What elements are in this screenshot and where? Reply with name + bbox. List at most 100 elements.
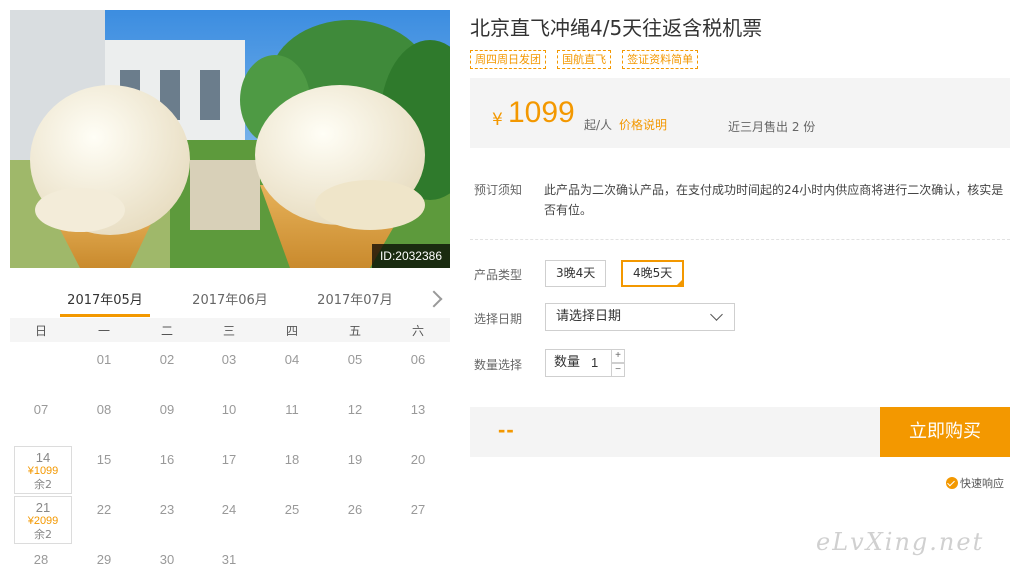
quantity-label: 数量选择 [474,358,523,372]
quick-response-text: 快速响应 [960,477,1004,490]
calendar-day-price: ¥2099 [27,515,59,527]
quantity-minus-button[interactable]: − [611,363,625,377]
calendar-day: 17 [198,444,260,494]
active-month-indicator [60,314,150,317]
calendar-day-number: 30 [159,552,175,567]
calendar-day: 10 [198,394,260,444]
total-price: -- [498,417,515,442]
quantity-field[interactable]: 数量 1 [545,349,612,377]
date-label: 选择日期 [474,312,523,326]
calendar-day-number: 26 [347,502,363,517]
type-option-3n4d[interactable]: 3晚4天 [545,260,607,287]
calendar-day-number: 23 [159,502,175,517]
buy-now-button[interactable]: 立即购买 [880,407,1010,457]
calendar-day: 25 [261,494,323,544]
tag-visa-simple: 签证资料简单 [622,50,699,69]
date-select-value: 请选择日期 [556,309,622,324]
calendar-day: 28 [10,544,72,577]
calendar-day: 27 [387,494,449,544]
calendar-day-stock: 余2 [34,528,52,541]
calendar-day-number: 05 [347,352,363,367]
calendar-day-number: 07 [33,402,49,417]
weekday-header-cell: 日 [34,324,47,338]
calendar-day-number: 21 [35,500,51,515]
calendar-day: 06 [387,344,449,394]
price-info-link[interactable]: 价格说明 [619,116,667,133]
calendar-day-price: ¥1099 [27,465,59,477]
product-type-label: 产品类型 [474,268,523,282]
product-tags: 周四周日发团 国航直飞 签证资料简单 [470,48,704,69]
calendar-day-number: 17 [221,452,237,467]
tag-direct-flight: 国航直飞 [557,50,612,69]
calendar-day-available[interactable]: 14 ¥1099 余2 [14,446,72,494]
weekday-header-cell: 三 [222,324,235,338]
calendar-day: 13 [387,394,449,444]
notice-label: 预订须知 [474,183,523,197]
notice-text: 此产品为二次确认产品，在支付成功时间起的24小时内供应商将进行二次确认，核实是否… [544,183,1004,217]
month-tab-july[interactable]: 2017年07月 [310,289,400,308]
quantity-plus-button[interactable]: + [611,349,625,363]
weekday-header-cell: 四 [285,324,298,338]
calendar-day-available[interactable]: 21 ¥2099 余2 [14,496,72,544]
calendar-day-number: 20 [410,452,426,467]
calendar-day: 03 [198,344,260,394]
calendar-day-number: 04 [284,352,300,367]
calendar-day-number: 16 [159,452,175,467]
price-calendar: 日 一 二 三 四 五 六 01 02 03 04 05 06 07 08 09 10 11 12 13 14 ¥109… [10,318,450,577]
calendar-day-number: 19 [347,452,363,467]
calendar-day: 20 [387,444,449,494]
quantity-value: 1 [591,355,599,370]
next-month-chevron-icon[interactable] [426,288,444,310]
calendar-day: 04 [261,344,323,394]
calendar-day: 09 [136,394,198,444]
check-circle-icon [946,477,958,489]
calendar-day-number: 01 [96,352,112,367]
quick-response-badge: 快速响应 [946,476,1004,492]
calendar-day-number: 22 [96,502,112,517]
calendar-day: 05 [324,344,386,394]
weekday-header: 日一二三四五六 [10,318,450,342]
calendar-day: 22 [73,494,135,544]
total-bar: -- [470,407,880,457]
calendar-day-number: 27 [410,502,426,517]
calendar-day: 19 [324,444,386,494]
calendar-day: 31 [198,544,260,577]
sales-count: 近三月售出 2 份 [728,120,816,134]
calendar-day-number: 28 [33,552,49,567]
ice-cream-photo [10,10,450,268]
quantity-inner-label: 数量 [554,355,581,370]
calendar-day: 08 [73,394,135,444]
calendar-day-number: 31 [221,552,237,567]
product-title: 北京直飞冲绳4/5天往返含税机票 [470,16,763,40]
calendar-day-number: 09 [159,402,175,417]
currency-symbol: ¥ [492,110,503,130]
calendar-day: 18 [261,444,323,494]
type-option-4n5d[interactable]: 4晚5天 [621,260,685,287]
calendar-day: 23 [136,494,198,544]
month-tab-june[interactable]: 2017年06月 [185,289,275,308]
calendar-day: 07 [10,394,72,444]
date-select[interactable]: 请选择日期 [545,303,735,331]
price-unit: 起/人 [584,118,613,132]
weekday-header-cell: 一 [97,324,110,338]
section-divider [470,239,1010,240]
month-tabs: 2017年05月 2017年06月 2017年07月 [10,280,450,318]
price-panel: ¥ 1099 起/人 价格说明 近三月售出 2 份 [470,78,1010,148]
calendar-day: 24 [198,494,260,544]
calendar-day-number: 06 [410,352,426,367]
calendar-day-number: 15 [96,452,112,467]
month-tab-may[interactable]: 2017年05月 [60,289,150,308]
calendar-day: 12 [324,394,386,444]
calendar-day: 16 [136,444,198,494]
calendar-day-number: 25 [284,502,300,517]
calendar-day: 26 [324,494,386,544]
calendar-day: 30 [136,544,198,577]
calendar-day: 15 [73,444,135,494]
image-id-badge: ID:2032386 [371,244,450,268]
calendar-day-number: 29 [96,552,112,567]
calendar-day-number: 03 [221,352,237,367]
calendar-day: 29 [73,544,135,577]
calendar-day-number: 13 [410,402,426,417]
tag-departure-days: 周四周日发团 [470,50,546,69]
weekday-header-cell: 五 [348,324,361,338]
